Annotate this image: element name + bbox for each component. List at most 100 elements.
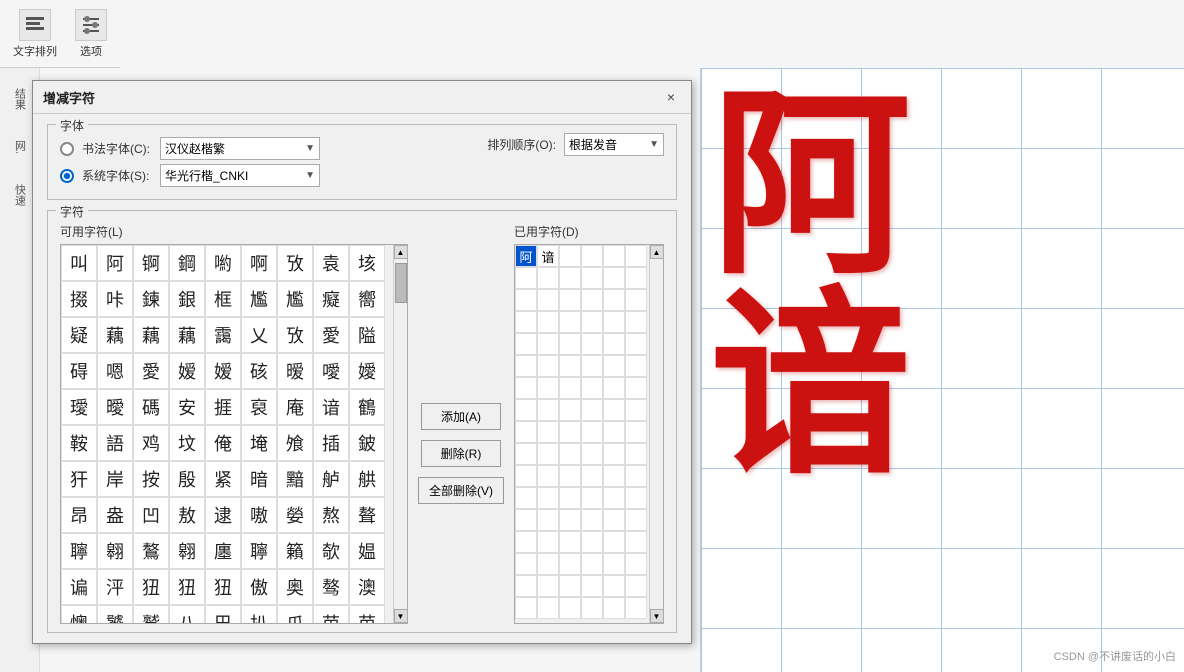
avail-cell[interactable]: 昂: [61, 497, 97, 533]
used-scroll-down[interactable]: ▼: [650, 609, 664, 623]
avail-cell[interactable]: 癡: [313, 281, 349, 317]
used-cell[interactable]: [603, 465, 625, 487]
avail-cell[interactable]: 八: [169, 605, 205, 624]
used-cell[interactable]: [603, 443, 625, 465]
avail-cell[interactable]: 靄: [205, 317, 241, 353]
used-cell[interactable]: [537, 399, 559, 421]
avail-cell[interactable]: 鶴: [349, 389, 385, 425]
used-scrollbar[interactable]: ▲ ▼: [649, 245, 663, 623]
used-cell[interactable]: [559, 575, 581, 597]
avail-cell[interactable]: 芭: [349, 605, 385, 624]
avail-cell[interactable]: 攷: [277, 317, 313, 353]
used-cell[interactable]: [581, 421, 603, 443]
used-cell[interactable]: [603, 245, 625, 267]
avail-cell[interactable]: 碍: [61, 353, 97, 389]
avail-cell[interactable]: 尷: [241, 281, 277, 317]
avail-cell[interactable]: 捱: [205, 389, 241, 425]
used-cell[interactable]: [559, 399, 581, 421]
used-cell[interactable]: [559, 597, 581, 619]
avail-cell[interactable]: 藕: [169, 317, 205, 353]
used-cell[interactable]: 谙: [537, 245, 559, 267]
used-cell[interactable]: [625, 267, 647, 289]
used-cell[interactable]: [625, 421, 647, 443]
avail-cell[interactable]: 噯: [313, 353, 349, 389]
used-cell[interactable]: [515, 399, 537, 421]
used-cell[interactable]: [603, 355, 625, 377]
avail-scrollbar[interactable]: ▲ ▼: [393, 245, 407, 623]
used-cell[interactable]: [581, 355, 603, 377]
calligraphy-font-radio[interactable]: [60, 142, 74, 156]
used-cell[interactable]: [581, 311, 603, 333]
avail-cell[interactable]: 黯: [277, 461, 313, 497]
used-cell[interactable]: [625, 487, 647, 509]
avail-cell[interactable]: 庵: [277, 389, 313, 425]
avail-cell[interactable]: 狃: [205, 569, 241, 605]
avail-cell[interactable]: 璦: [61, 389, 97, 425]
avail-cell[interactable]: 谙: [313, 389, 349, 425]
used-cell[interactable]: [515, 443, 537, 465]
used-cell[interactable]: [559, 267, 581, 289]
delete-all-button[interactable]: 全部删除(V): [418, 477, 504, 504]
avail-cell[interactable]: 坟: [169, 425, 205, 461]
avail-cell[interactable]: 啊: [241, 245, 277, 281]
used-cell[interactable]: [559, 553, 581, 575]
scroll-thumb[interactable]: [395, 263, 407, 303]
avail-cell[interactable]: 袁: [313, 245, 349, 281]
used-cell[interactable]: [581, 509, 603, 531]
used-cell[interactable]: [559, 443, 581, 465]
avail-cell[interactable]: 嫒: [205, 353, 241, 389]
used-cell[interactable]: [559, 311, 581, 333]
system-font-radio[interactable]: [60, 169, 74, 183]
used-scroll-up[interactable]: ▲: [650, 245, 664, 259]
avail-cell[interactable]: 廛: [205, 533, 241, 569]
used-cell[interactable]: [515, 333, 537, 355]
avail-cell[interactable]: 疑: [61, 317, 97, 353]
avail-cell[interactable]: 逮: [205, 497, 241, 533]
avail-cell[interactable]: 籟: [277, 533, 313, 569]
used-cell[interactable]: [515, 575, 537, 597]
avail-cell[interactable]: 嗷: [241, 497, 277, 533]
avail-cell[interactable]: 嬡: [349, 353, 385, 389]
used-cell[interactable]: [581, 267, 603, 289]
used-cell[interactable]: [515, 465, 537, 487]
used-cell[interactable]: [603, 311, 625, 333]
avail-cell[interactable]: 欹: [313, 533, 349, 569]
used-cell[interactable]: [625, 531, 647, 553]
used-cell[interactable]: [581, 597, 603, 619]
avail-cell[interactable]: 澳: [349, 569, 385, 605]
avail-cell[interactable]: 敖: [169, 497, 205, 533]
avail-cell[interactable]: 翱: [97, 533, 133, 569]
avail-cell[interactable]: 鍊: [133, 281, 169, 317]
avail-cell[interactable]: 紧: [205, 461, 241, 497]
used-cell[interactable]: [625, 465, 647, 487]
used-cell[interactable]: [625, 575, 647, 597]
scroll-down-arrow[interactable]: ▼: [394, 609, 408, 623]
avail-cell[interactable]: 銀: [169, 281, 205, 317]
avail-cell[interactable]: 狃: [169, 569, 205, 605]
avail-cell[interactable]: 谝: [61, 569, 97, 605]
used-cell[interactable]: [603, 399, 625, 421]
avail-cell[interactable]: 暗: [241, 461, 277, 497]
used-cell[interactable]: [559, 531, 581, 553]
avail-cell[interactable]: 掇: [61, 281, 97, 317]
avail-cell[interactable]: 鈹: [349, 425, 385, 461]
avail-cell[interactable]: 聹: [61, 533, 97, 569]
used-cell[interactable]: [537, 333, 559, 355]
used-cell[interactable]: [581, 443, 603, 465]
avail-cell[interactable]: 碼: [133, 389, 169, 425]
used-cell[interactable]: [603, 289, 625, 311]
toolbar-options[interactable]: 选项: [75, 9, 107, 59]
used-cell[interactable]: [603, 509, 625, 531]
add-button[interactable]: 添加(A): [421, 403, 501, 430]
used-cell[interactable]: [625, 333, 647, 355]
avail-cell[interactable]: 锕: [133, 245, 169, 281]
used-cell[interactable]: [559, 421, 581, 443]
toolbar-text-arrange[interactable]: 文字排列: [13, 9, 57, 59]
avail-cell[interactable]: 藕: [97, 317, 133, 353]
used-cell[interactable]: [537, 443, 559, 465]
used-cell[interactable]: [537, 421, 559, 443]
used-cell[interactable]: [537, 355, 559, 377]
used-cell[interactable]: [625, 355, 647, 377]
used-cell[interactable]: [581, 289, 603, 311]
used-cell[interactable]: [515, 355, 537, 377]
